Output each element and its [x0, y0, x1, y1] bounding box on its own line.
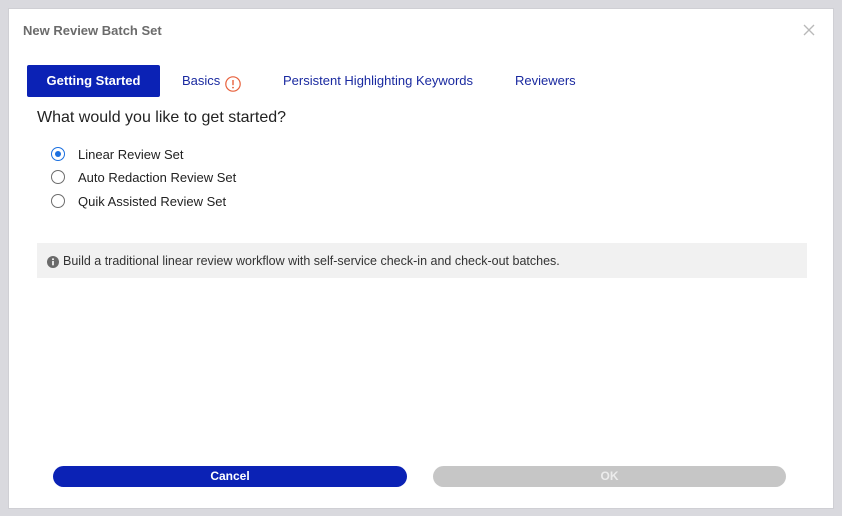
tab-reviewers[interactable]: Reviewers [515, 65, 576, 97]
tab-basics-label: Basics [182, 73, 221, 88]
info-box: Build a traditional linear review workfl… [37, 243, 807, 278]
option-label: Auto Redaction Review Set [78, 169, 237, 185]
close-icon[interactable] [801, 22, 817, 38]
option-label: Linear Review Set [78, 146, 184, 162]
question-heading: What would you like to get started? [37, 109, 287, 126]
review-batch-dialog: New Review Batch Set Getting Started Bas… [8, 8, 834, 509]
tab-keywords-label: Persistent Highlighting Keywords [283, 73, 474, 88]
tab-persistent-highlighting-keywords[interactable]: Persistent Highlighting Keywords [283, 65, 473, 97]
tab-getting-started-label: Getting Started [46, 73, 141, 88]
ok-button[interactable]: OK [433, 466, 786, 487]
radio-quik-assisted-review-set[interactable] [51, 194, 65, 208]
radio-linear-review-set[interactable] [51, 147, 65, 161]
option-linear-review-set[interactable]: Linear Review Set [51, 144, 184, 164]
info-text: Build a traditional linear review workfl… [63, 253, 560, 268]
option-auto-redaction-review-set[interactable]: Auto Redaction Review Set [51, 167, 236, 187]
info-icon [47, 255, 59, 268]
dialog-title: New Review Batch Set [23, 23, 162, 38]
option-label: Quik Assisted Review Set [78, 193, 227, 209]
tab-reviewers-label: Reviewers [515, 73, 576, 88]
cancel-button[interactable]: Cancel [53, 466, 407, 487]
radio-auto-redaction-review-set[interactable] [51, 170, 65, 184]
tab-basics[interactable]: Basics [182, 65, 242, 97]
warning-icon [225, 72, 242, 92]
option-quik-assisted-review-set[interactable]: Quik Assisted Review Set [51, 191, 226, 211]
tab-getting-started[interactable]: Getting Started [27, 65, 160, 97]
